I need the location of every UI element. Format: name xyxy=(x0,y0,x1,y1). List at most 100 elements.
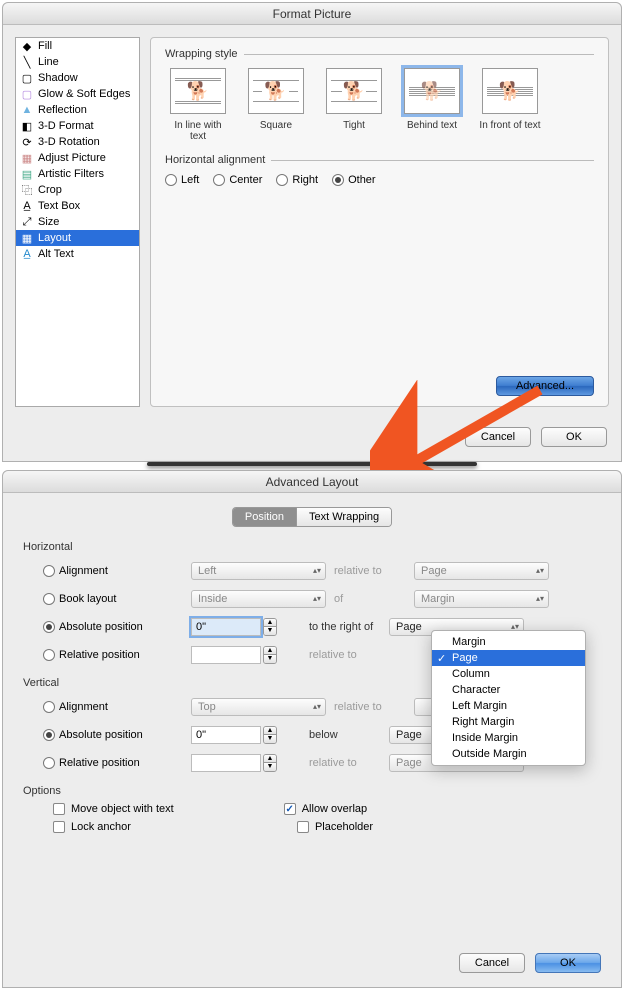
fill-icon: ◆ xyxy=(20,39,34,53)
check-icon: ✓ xyxy=(437,652,446,665)
dog-icon: 🐕 xyxy=(187,82,209,100)
v-absolute-mid: below xyxy=(309,729,381,741)
updown-icon: ▴▾ xyxy=(313,567,321,575)
tab-textwrapping[interactable]: Text Wrapping xyxy=(297,508,391,526)
stepper[interactable]: ▲▼ xyxy=(263,754,277,772)
halign-other[interactable]: Other xyxy=(332,174,376,186)
h-book-of[interactable]: Margin▴▾ xyxy=(414,590,549,608)
v-absolute-radio[interactable]: Absolute position xyxy=(43,729,183,741)
sidebar-item-shadow[interactable]: ▢Shadow xyxy=(16,70,139,86)
sidebar-item-alttext[interactable]: A̲Alt Text xyxy=(16,246,139,262)
options-label: Options xyxy=(23,785,61,797)
halign-right[interactable]: Right xyxy=(276,174,318,186)
window-title: Format Picture xyxy=(273,7,352,21)
halign-center[interactable]: Center xyxy=(213,174,262,186)
h-alignment-select[interactable]: Left▴▾ xyxy=(191,562,326,580)
dd-item-character[interactable]: Character xyxy=(432,682,585,698)
check-allow-overlap[interactable]: Allow overlap xyxy=(284,803,367,815)
sidebar-item-crop[interactable]: ⿻Crop xyxy=(16,182,139,198)
step-up-icon[interactable]: ▲ xyxy=(264,619,276,627)
v-absolute-input[interactable] xyxy=(191,726,261,744)
crop-icon: ⿻ xyxy=(20,183,34,197)
h-book-mid: of xyxy=(334,593,406,605)
step-down-icon[interactable]: ▼ xyxy=(264,735,276,743)
check-lock-anchor[interactable]: Lock anchor xyxy=(53,821,131,833)
v-relative-input[interactable] xyxy=(191,754,261,772)
stepper[interactable]: ▲▼ xyxy=(263,618,277,636)
h-alignment-radio[interactable]: Alignment xyxy=(43,565,183,577)
h-absolute-mid: to the right of xyxy=(309,621,381,633)
updown-icon: ▴▾ xyxy=(313,595,321,603)
sidebar-item-artistic[interactable]: ▤Artistic Filters xyxy=(16,166,139,182)
tab-position[interactable]: Position xyxy=(233,508,297,526)
updown-icon: ▴▾ xyxy=(536,567,544,575)
stepper[interactable]: ▲▼ xyxy=(263,646,277,664)
alttext-icon: A̲ xyxy=(20,247,34,261)
horizontal-label: Horizontal xyxy=(23,541,73,553)
sidebar-item-3drotation[interactable]: ⟳3-D Rotation xyxy=(16,134,139,150)
layout-pane: Wrapping style 🐕 In line with text 🐕 Squ… xyxy=(150,37,609,407)
stepper[interactable]: ▲▼ xyxy=(263,726,277,744)
v-relative-mid: relative to xyxy=(309,757,381,769)
dd-item-rightmargin[interactable]: Right Margin xyxy=(432,714,585,730)
h-relative-input[interactable] xyxy=(191,646,261,664)
h-relative-radio[interactable]: Relative position xyxy=(43,649,183,661)
cancel-button[interactable]: Cancel xyxy=(459,953,525,973)
wrap-tight[interactable]: 🐕 Tight xyxy=(321,68,387,142)
cancel-button[interactable]: Cancel xyxy=(465,427,531,447)
cube-icon: ◧ xyxy=(20,119,34,133)
line-icon: ╲ xyxy=(20,55,34,69)
step-down-icon[interactable]: ▼ xyxy=(264,627,276,635)
wrap-behind[interactable]: 🐕 Behind text xyxy=(399,68,465,142)
step-up-icon[interactable]: ▲ xyxy=(264,755,276,763)
ok-button[interactable]: OK xyxy=(541,427,607,447)
h-relative-mid: relative to xyxy=(309,649,381,661)
sidebar-item-fill[interactable]: ◆Fill xyxy=(16,38,139,54)
dd-item-outsidemargin[interactable]: Outside Margin xyxy=(432,746,585,762)
sidebar-item-glow[interactable]: ▢Glow & Soft Edges xyxy=(16,86,139,102)
ok-button[interactable]: OK xyxy=(535,953,601,973)
sidebar-item-adjust[interactable]: ▦Adjust Picture xyxy=(16,150,139,166)
sidebar: ◆Fill ╲Line ▢Shadow ▢Glow & Soft Edges ▲… xyxy=(15,37,140,407)
h-book-select[interactable]: Inside▴▾ xyxy=(191,590,326,608)
step-down-icon[interactable]: ▼ xyxy=(264,763,276,771)
h-alignment-relto[interactable]: Page▴▾ xyxy=(414,562,549,580)
step-down-icon[interactable]: ▼ xyxy=(264,655,276,663)
wrap-square[interactable]: 🐕 Square xyxy=(243,68,309,142)
halign-left[interactable]: Left xyxy=(165,174,199,186)
wrap-inline[interactable]: 🐕 In line with text xyxy=(165,68,231,142)
h-absolute-input[interactable] xyxy=(191,618,261,636)
step-up-icon[interactable]: ▲ xyxy=(264,647,276,655)
sidebar-item-3dformat[interactable]: ◧3-D Format xyxy=(16,118,139,134)
dd-item-margin[interactable]: Margin xyxy=(432,634,585,650)
dd-item-page[interactable]: ✓Page xyxy=(432,650,585,666)
h-book-radio[interactable]: Book layout xyxy=(43,593,183,605)
v-alignment-select[interactable]: Top▴▾ xyxy=(191,698,326,716)
shadow-icon: ▢ xyxy=(20,71,34,85)
check-move-object[interactable]: Move object with text xyxy=(53,803,174,815)
dd-item-leftmargin[interactable]: Left Margin xyxy=(432,698,585,714)
v-relative-radio[interactable]: Relative position xyxy=(43,757,183,769)
sidebar-item-reflection[interactable]: ▲Reflection xyxy=(16,102,139,118)
sidebar-item-line[interactable]: ╲Line xyxy=(16,54,139,70)
v-alignment-radio[interactable]: Alignment xyxy=(43,701,183,713)
sidebar-item-textbox[interactable]: A̲Text Box xyxy=(16,198,139,214)
halign-label: Horizontal alignment xyxy=(165,154,594,166)
sidebar-item-size[interactable]: ⤢Size xyxy=(16,214,139,230)
dog-icon: 🐕 xyxy=(499,82,521,100)
size-icon: ⤢ xyxy=(20,215,34,229)
dd-item-insidemargin[interactable]: Inside Margin xyxy=(432,730,585,746)
sidebar-item-layout[interactable]: ▦Layout xyxy=(16,230,139,246)
check-placeholder[interactable]: Placeholder xyxy=(297,821,373,833)
window-title: Advanced Layout xyxy=(266,475,359,489)
h-absolute-radio[interactable]: Absolute position xyxy=(43,621,183,633)
options-group: Options Move object with text Allow over… xyxy=(23,785,601,833)
step-up-icon[interactable]: ▲ xyxy=(264,727,276,735)
divider xyxy=(147,462,477,466)
wrap-front[interactable]: 🐕 In front of text xyxy=(477,68,543,142)
dd-item-column[interactable]: Column xyxy=(432,666,585,682)
titlebar: Advanced Layout xyxy=(3,471,621,493)
titlebar: Format Picture xyxy=(3,3,621,25)
dropdown-popup[interactable]: Margin ✓Page Column Character Left Margi… xyxy=(431,630,586,766)
advanced-button[interactable]: Advanced... xyxy=(496,376,594,396)
